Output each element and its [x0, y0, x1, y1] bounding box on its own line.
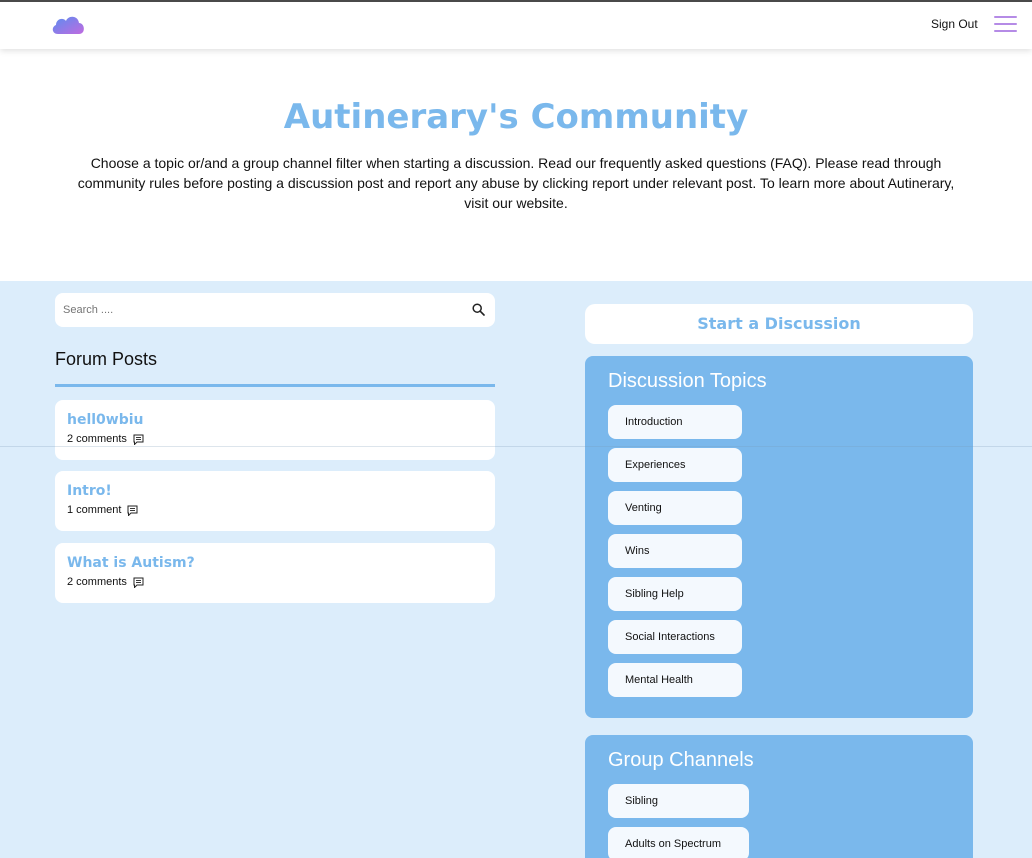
discussion-topics-heading: Discussion Topics: [608, 370, 767, 392]
search-input[interactable]: [63, 300, 453, 320]
channel-sibling[interactable]: Sibling: [608, 784, 749, 818]
forum-post-card[interactable]: What is Autism? 2 comments: [55, 543, 495, 603]
post-comments: 1 comment: [67, 504, 138, 516]
hero-section: Autinerary's Community Choose a topic or…: [0, 49, 1032, 281]
page-title: Autinerary's Community: [283, 97, 749, 137]
top-navbar: Sign Out: [0, 0, 1032, 49]
comment-icon: [133, 434, 144, 445]
topic-sibling-help[interactable]: Sibling Help: [608, 577, 742, 611]
comment-icon: [127, 505, 138, 516]
topic-experiences[interactable]: Experiences: [608, 448, 742, 482]
post-title[interactable]: Intro!: [67, 483, 112, 499]
discussion-topics-panel: Discussion Topics Introduction Experienc…: [585, 356, 973, 718]
topic-mental-health[interactable]: Mental Health: [608, 663, 742, 697]
post-comments: 2 comments: [67, 433, 144, 445]
main-content: Forum Posts hell0wbiu 2 comments Intro! …: [0, 281, 1032, 858]
channel-adults-on-spectrum[interactable]: Adults on Spectrum: [608, 827, 749, 858]
topic-introduction[interactable]: Introduction: [608, 405, 742, 439]
group-channels-panel: Group Channels Sibling Adults on Spectru…: [585, 735, 973, 858]
comment-icon: [133, 577, 144, 588]
topic-wins[interactable]: Wins: [608, 534, 742, 568]
cloud-icon[interactable]: [50, 12, 86, 36]
post-comments: 2 comments: [67, 576, 144, 588]
forum-posts-heading: Forum Posts: [55, 349, 158, 369]
forum-post-card[interactable]: hell0wbiu 2 comments: [55, 400, 495, 460]
comment-count: 2 comments: [67, 433, 127, 445]
search-box: [55, 293, 495, 327]
post-title[interactable]: What is Autism?: [67, 555, 195, 571]
divider-line: [0, 446, 1032, 447]
forum-divider: [55, 384, 495, 387]
hamburger-menu-icon[interactable]: [994, 16, 1017, 34]
page-description: Choose a topic or/and a group channel fi…: [77, 155, 955, 211]
group-channels-heading: Group Channels: [608, 749, 754, 771]
post-title[interactable]: hell0wbiu: [67, 412, 144, 428]
topic-social-interactions[interactable]: Social Interactions: [608, 620, 742, 654]
forum-post-card[interactable]: Intro! 1 comment: [55, 471, 495, 531]
comment-count: 2 comments: [67, 576, 127, 588]
comment-count: 1 comment: [67, 504, 122, 516]
start-discussion-button[interactable]: Start a Discussion: [585, 304, 973, 344]
search-icon[interactable]: [472, 303, 485, 316]
topic-venting[interactable]: Venting: [608, 491, 742, 525]
sign-out-link[interactable]: Sign Out: [931, 17, 978, 31]
